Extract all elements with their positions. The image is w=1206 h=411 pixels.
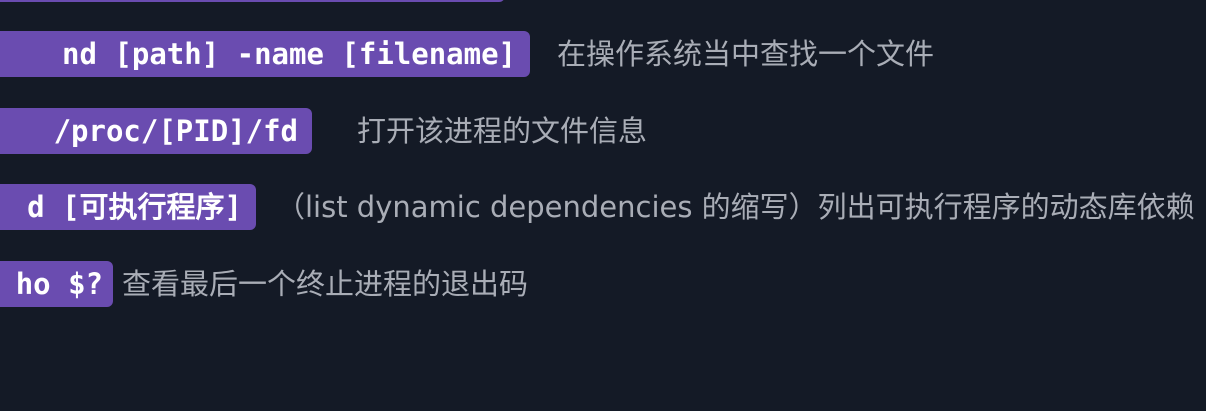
command-text: /proc/[PID]/fd (53, 114, 298, 148)
command-code-ldd: d [可执行程序] (0, 184, 256, 230)
command-description: 打开该进程的文件信息 (357, 114, 648, 148)
previous-command-pill (0, 0, 505, 2)
command-text: d [可执行程序] (27, 190, 242, 224)
notes-page: nd [path] -name [filename] 在操作系统当中查找一个文件… (0, 0, 1206, 411)
command-description: 在操作系统当中查找一个文件 (557, 37, 935, 71)
command-description: （list dynamic dependencies 的缩写）列出可执行程序的动… (276, 190, 1195, 224)
command-description: 查看最后一个终止进程的退出码 (122, 267, 529, 301)
command-code-proc-fd: /proc/[PID]/fd (0, 108, 312, 154)
command-code-find: nd [path] -name [filename] (0, 31, 530, 77)
command-text: nd [path] -name [filename] (62, 37, 516, 71)
command-text: ho $? (15, 267, 103, 301)
command-code-echo: ho $? (0, 261, 113, 307)
